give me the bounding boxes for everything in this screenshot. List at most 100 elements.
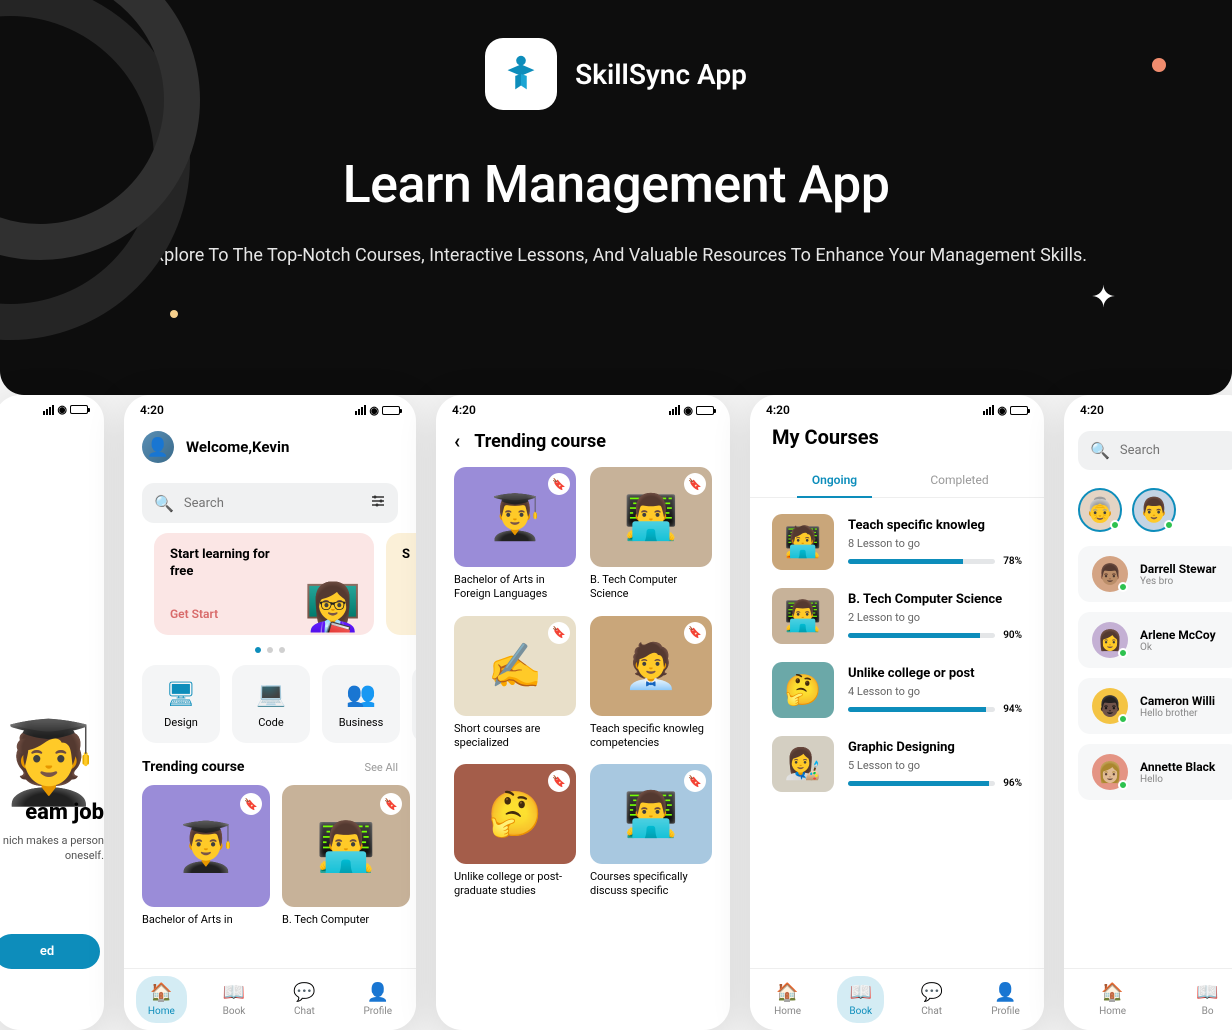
- chat-name: Annette Black: [1140, 760, 1226, 774]
- promo-card[interactable]: Start learning for free Get Start 👩‍🏫: [154, 533, 374, 635]
- bookmark-icon[interactable]: 🔖: [240, 793, 262, 815]
- promo-title-fragment: S: [402, 547, 416, 564]
- course-card[interactable]: 🤔🔖Unlike college or post-graduate studie…: [454, 764, 576, 899]
- promo-card[interactable]: S: [386, 533, 416, 635]
- decorative-dot: [1152, 58, 1166, 72]
- course-card[interactable]: 👨‍💻🔖Courses specifically discuss specifi…: [590, 764, 712, 899]
- online-indicator: [1118, 582, 1128, 592]
- chat-message: Yes bro: [1140, 576, 1226, 587]
- course-card[interactable]: 👨‍💻🔖B. Tech Computer Science: [590, 467, 712, 602]
- bookmark-icon[interactable]: 🔖: [380, 793, 402, 815]
- online-indicator: [1118, 780, 1128, 790]
- battery-icon: [382, 406, 400, 415]
- friend-avatar[interactable]: 👨: [1132, 488, 1176, 532]
- code-icon: 💻: [256, 680, 286, 708]
- bookmark-icon[interactable]: 🔖: [548, 622, 570, 644]
- hero-banner: ✦ SkillSync App Learn Management App Exp…: [0, 0, 1232, 395]
- chat-item[interactable]: 👨🏽 Darrell StewarYes bro: [1078, 546, 1232, 602]
- course-thumbnail: 🤔: [772, 662, 834, 718]
- search-icon: 🔍: [1090, 441, 1110, 460]
- nav-book[interactable]: 📖Book: [837, 976, 884, 1023]
- search-bar[interactable]: 🔍: [142, 483, 398, 523]
- chat-item[interactable]: 👨🏿 Cameron WilliHello brother: [1078, 678, 1232, 734]
- back-button[interactable]: ‹: [454, 429, 460, 453]
- chat-name: Arlene McCoy: [1140, 628, 1226, 642]
- wifi-icon: ◉: [369, 404, 379, 417]
- course-title: Teach specific knowleg: [848, 518, 1022, 533]
- onboarding-desc: nich makes a persononeself.: [0, 825, 104, 864]
- course-thumbnail: 👨‍💻🔖: [590, 764, 712, 864]
- nav-home[interactable]: 🏠Home: [762, 976, 813, 1023]
- chat-message: Hello: [1140, 774, 1226, 785]
- carousel-pager[interactable]: [124, 635, 416, 665]
- chat-avatar: 👩🏼: [1092, 754, 1128, 790]
- page-title: Trending course: [474, 431, 606, 452]
- online-indicator: [1110, 520, 1120, 530]
- course-subtitle: 2 Lesson to go: [848, 611, 1022, 624]
- category-more[interactable]: F: [412, 665, 416, 743]
- course-thumbnail: 👨‍💻: [772, 588, 834, 644]
- trending-heading: Trending course: [142, 759, 244, 775]
- bookmark-icon[interactable]: 🔖: [548, 473, 570, 495]
- nav-profile[interactable]: 👤Profile: [979, 976, 1032, 1023]
- nav-profile[interactable]: 👤Profile: [351, 976, 404, 1023]
- category-code[interactable]: 💻Code: [232, 665, 310, 743]
- signal-icon: [669, 405, 680, 415]
- phone-onboarding: ◉ 🧑‍🎓 eam job nich makes a persononeself…: [0, 395, 104, 1030]
- tab-ongoing[interactable]: Ongoing: [772, 465, 897, 497]
- category-design[interactable]: 🖥Design: [142, 665, 220, 743]
- chat-message: Ok: [1140, 642, 1226, 653]
- course-title: Unlike college or post: [848, 666, 1022, 681]
- course-card[interactable]: 👨‍💻🔖 B. Tech Computer: [282, 785, 410, 927]
- search-bar[interactable]: 🔍: [1078, 431, 1232, 470]
- course-thumbnail: ✍️🔖: [454, 616, 576, 716]
- chat-name: Cameron Willi: [1140, 694, 1226, 708]
- design-icon: 🖥: [166, 680, 196, 708]
- home-icon: 🏠: [1101, 982, 1123, 1003]
- nav-home[interactable]: 🏠Home: [136, 976, 187, 1023]
- home-icon: 🏠: [150, 982, 172, 1003]
- chat-avatar: 👩: [1092, 622, 1128, 658]
- see-all-link[interactable]: See All: [365, 761, 398, 774]
- search-icon: 🔍: [154, 494, 174, 513]
- bottom-nav: 🏠Home 📖Bo: [1064, 968, 1232, 1030]
- search-input[interactable]: [184, 496, 360, 511]
- search-input[interactable]: [1120, 443, 1232, 458]
- chat-icon: 💬: [920, 982, 942, 1003]
- bookmark-icon[interactable]: 🔖: [548, 770, 570, 792]
- bookmark-icon[interactable]: 🔖: [684, 473, 706, 495]
- sparkle-icon: ✦: [1091, 280, 1116, 315]
- nav-home[interactable]: 🏠Home: [1087, 976, 1138, 1023]
- filter-icon[interactable]: [370, 493, 386, 513]
- my-course-item[interactable]: 👨‍💻 B. Tech Computer Science 2 Lesson to…: [772, 588, 1022, 644]
- phone-home: 4:20◉ Welcome,Kevin 🔍 Start learning for…: [124, 395, 416, 1030]
- course-card[interactable]: ✍️🔖Short courses are specialized: [454, 616, 576, 751]
- friend-avatar[interactable]: 👵: [1078, 488, 1122, 532]
- progress-percent: 96%: [1003, 778, 1022, 789]
- tab-completed[interactable]: Completed: [897, 465, 1022, 497]
- bookmark-icon[interactable]: 🔖: [684, 622, 706, 644]
- signal-icon: [983, 405, 994, 415]
- category-business[interactable]: 👥Business: [322, 665, 400, 743]
- course-card[interactable]: 👨‍🎓🔖Bachelor of Arts in Foreign Language…: [454, 467, 576, 602]
- get-started-button[interactable]: ed: [0, 934, 100, 969]
- nav-chat[interactable]: 💬Chat: [281, 976, 327, 1023]
- course-title: B. Tech Computer: [282, 913, 410, 927]
- chat-item[interactable]: 👩 Arlene McCoyOk: [1078, 612, 1232, 668]
- phone-trending: 4:20◉ ‹ Trending course 👨‍🎓🔖Bachelor of …: [436, 395, 730, 1030]
- my-course-item[interactable]: 🤔 Unlike college or post 4 Lesson to go …: [772, 662, 1022, 718]
- chat-item[interactable]: 👩🏼 Annette BlackHello: [1078, 744, 1232, 800]
- course-subtitle: 5 Lesson to go: [848, 759, 1022, 772]
- nav-book[interactable]: 📖Bo: [1184, 976, 1230, 1023]
- my-course-item[interactable]: 🧑‍💻 Teach specific knowleg 8 Lesson to g…: [772, 514, 1022, 570]
- course-card[interactable]: 👨‍🎓🔖 Bachelor of Arts in: [142, 785, 270, 927]
- nav-chat[interactable]: 💬Chat: [908, 976, 954, 1023]
- nav-book[interactable]: 📖Book: [211, 976, 258, 1023]
- progress-percent: 78%: [1003, 556, 1022, 567]
- user-avatar[interactable]: [142, 431, 174, 463]
- bookmark-icon[interactable]: 🔖: [684, 770, 706, 792]
- course-card[interactable]: 🧑‍💼🔖Teach specific knowleg competencies: [590, 616, 712, 751]
- profile-icon: 👤: [367, 982, 389, 1003]
- progress-bar: [848, 707, 995, 712]
- my-course-item[interactable]: 👩‍🎨 Graphic Designing 5 Lesson to go 96%: [772, 736, 1022, 792]
